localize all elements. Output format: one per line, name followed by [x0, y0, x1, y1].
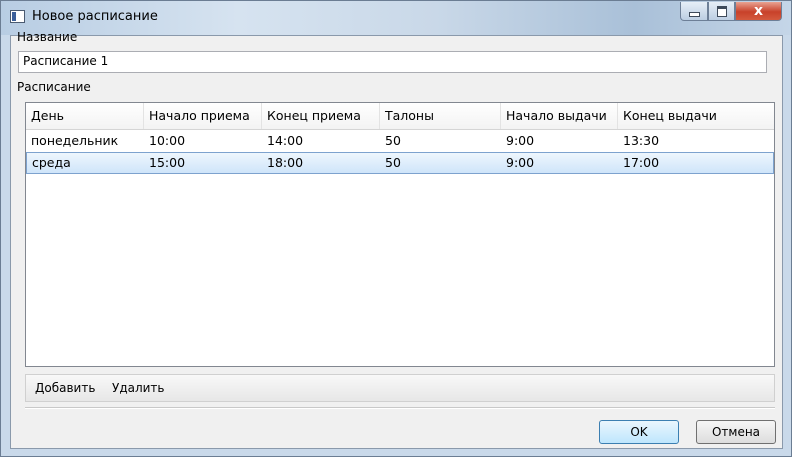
- cancel-button-label: Отмена: [711, 425, 761, 439]
- table-row[interactable]: понедельник 10:00 14:00 50 9:00 13:30: [26, 130, 774, 152]
- cell-reception-end: 18:00: [267, 155, 304, 170]
- maximize-icon: [716, 5, 727, 17]
- cell-reception-end: 14:00: [267, 133, 304, 148]
- name-label: Название: [17, 30, 78, 44]
- name-input[interactable]: Расписание 1: [18, 51, 767, 73]
- cell-reception-start: 10:00: [149, 133, 186, 148]
- close-button[interactable]: x: [735, 2, 782, 21]
- cell-issue-start: 9:00: [506, 155, 535, 170]
- close-icon: x: [753, 3, 764, 19]
- cell-issue-end: 17:00: [623, 155, 660, 170]
- cell-issue-end: 13:30: [623, 133, 660, 148]
- column-header-reception-start[interactable]: Начало приема: [144, 103, 262, 129]
- column-header-day[interactable]: День: [26, 103, 144, 129]
- ok-button[interactable]: OK: [599, 420, 679, 444]
- divider: [25, 407, 775, 409]
- table-row-selected[interactable]: среда 15:00 18:00 50 9:00 17:00: [26, 152, 774, 174]
- add-button[interactable]: Добавить: [35, 381, 95, 395]
- column-header-issue-start[interactable]: Начало выдачи: [501, 103, 618, 129]
- schedule-label: Расписание: [17, 80, 91, 94]
- dialog-window: Новое расписание x Название Расписание 1…: [0, 0, 792, 457]
- window-title: Новое расписание: [32, 9, 158, 24]
- maximize-button[interactable]: [708, 2, 735, 21]
- column-header-tickets[interactable]: Талоны: [380, 103, 501, 129]
- table-header: День Начало приема Конец приема Талоны Н…: [26, 103, 774, 130]
- ok-button-label: OK: [630, 425, 648, 439]
- app-window-icon: [10, 10, 25, 23]
- title-bar[interactable]: Новое расписание x: [1, 1, 791, 35]
- column-header-reception-end[interactable]: Конец приема: [262, 103, 380, 129]
- cell-day: среда: [32, 155, 71, 170]
- cell-tickets: 50: [385, 155, 401, 170]
- cell-reception-start: 15:00: [149, 155, 186, 170]
- cell-tickets: 50: [385, 133, 401, 148]
- cancel-button[interactable]: Отмена: [696, 420, 776, 444]
- minimize-button[interactable]: [680, 2, 708, 21]
- schedule-table[interactable]: День Начало приема Конец приема Талоны Н…: [25, 102, 775, 367]
- cell-issue-start: 9:00: [506, 133, 535, 148]
- column-header-issue-end[interactable]: Конец выдачи: [618, 103, 774, 129]
- table-toolbar: Добавить Удалить: [25, 374, 775, 402]
- minimize-icon: [688, 12, 700, 17]
- cell-day: понедельник: [31, 133, 119, 148]
- delete-button[interactable]: Удалить: [112, 381, 165, 395]
